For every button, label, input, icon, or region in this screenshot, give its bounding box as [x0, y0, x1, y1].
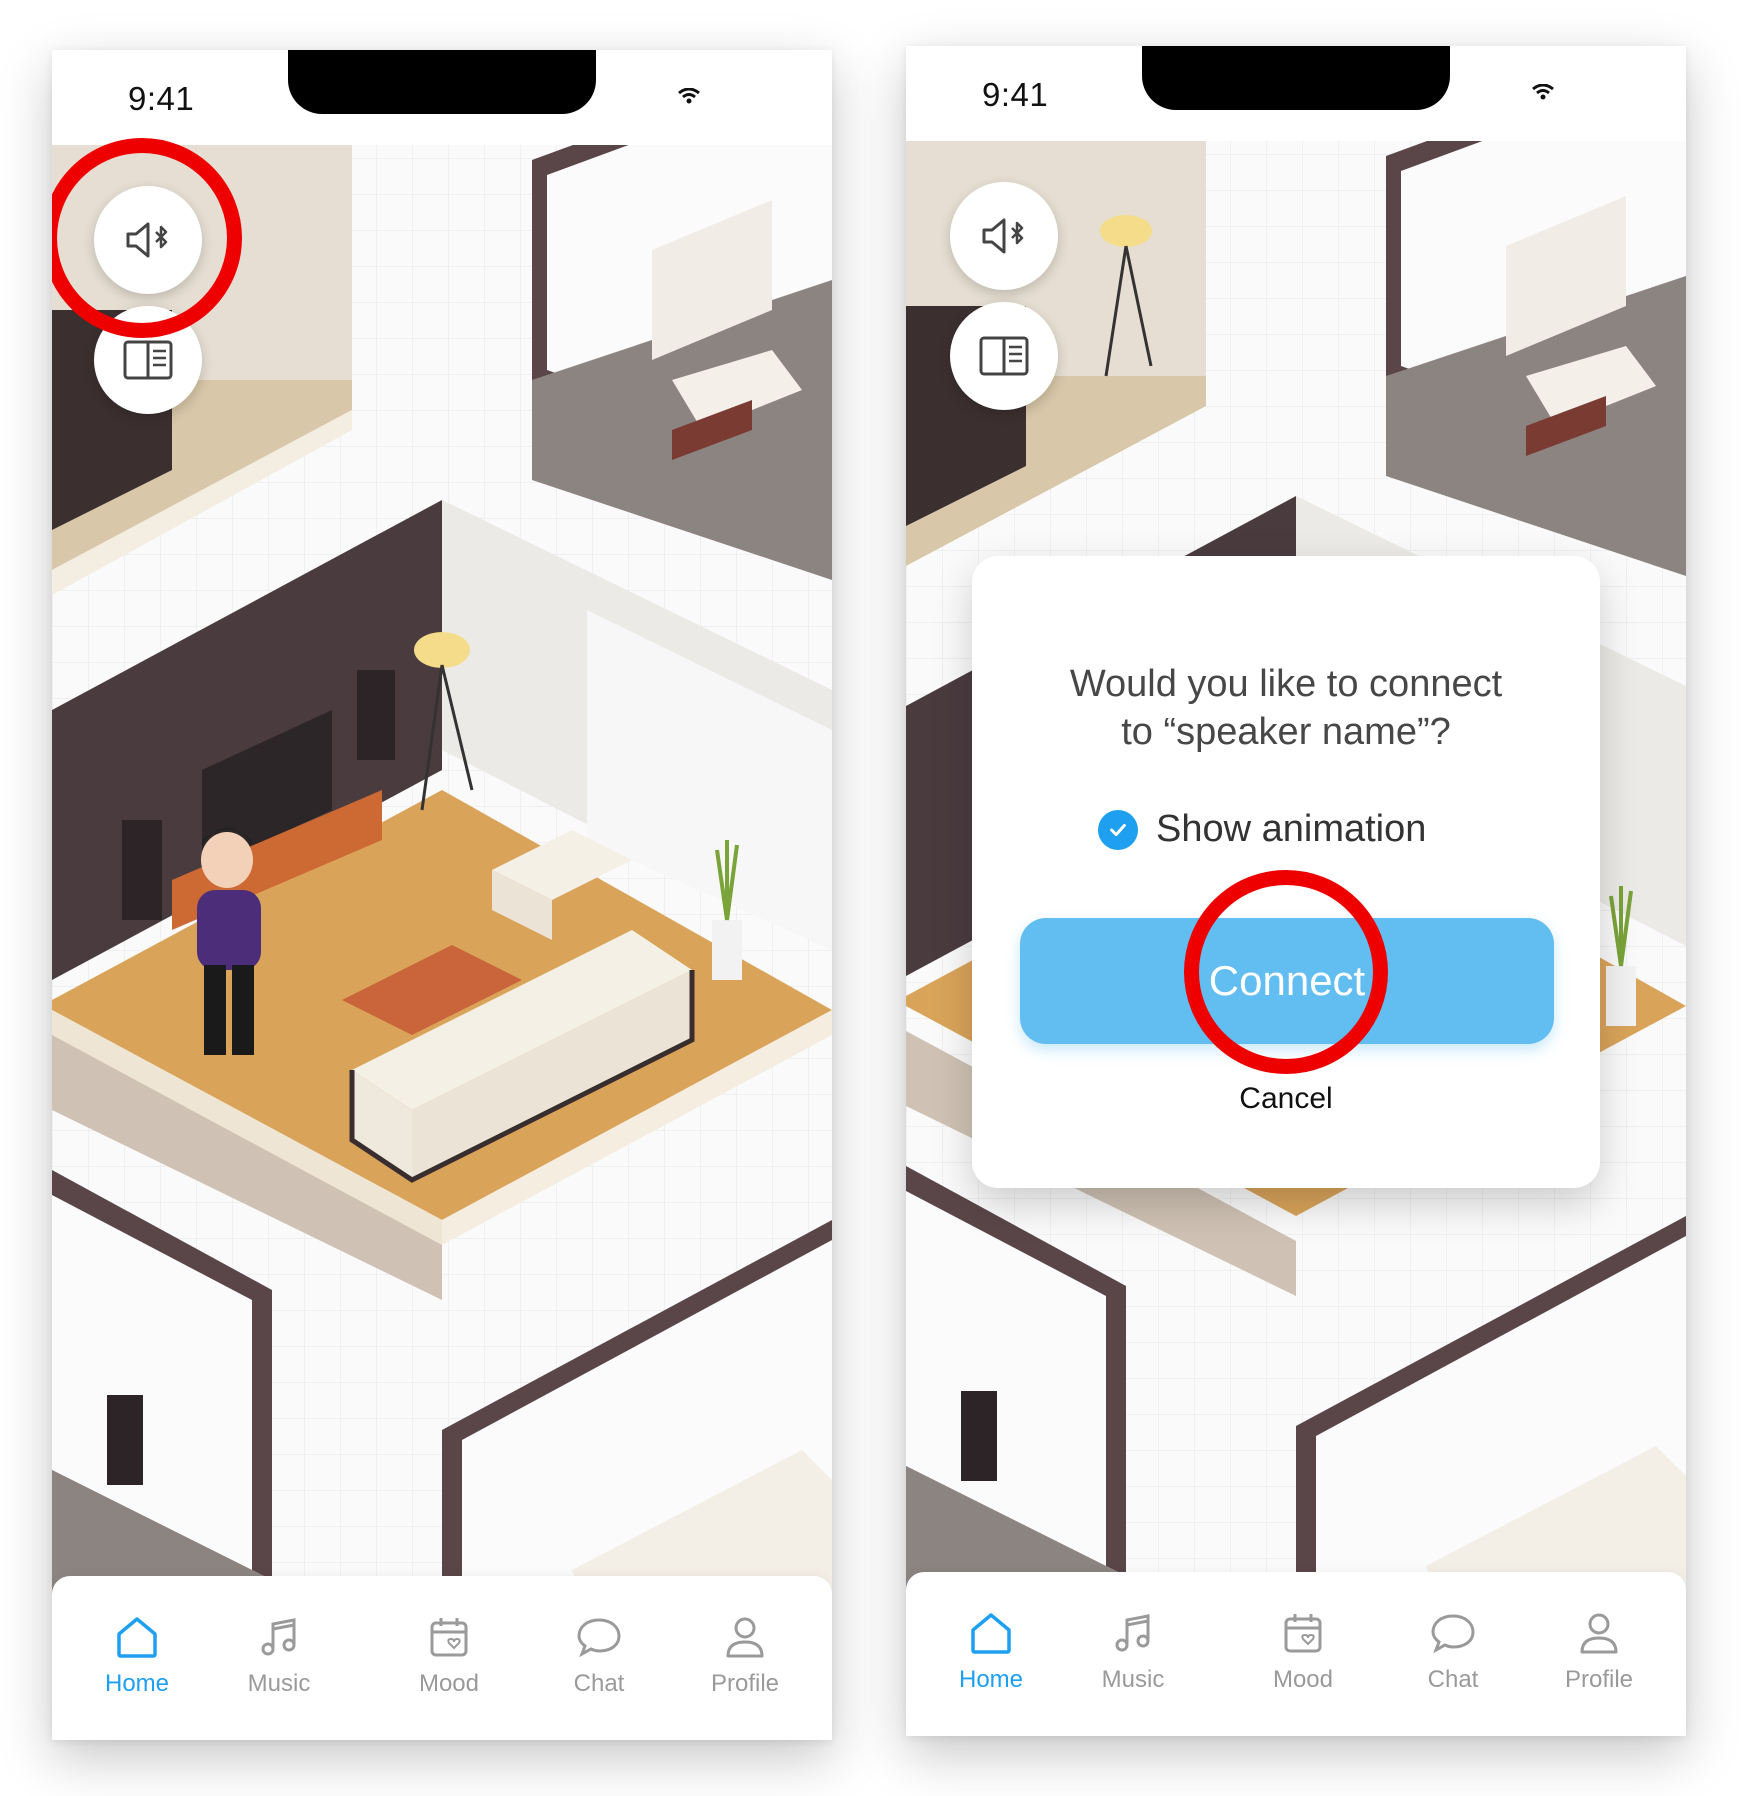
tab-music[interactable]: Music	[1078, 1608, 1188, 1694]
phone-screen-connect-dialog: 9:41 Would you like to connect to “speak…	[906, 46, 1686, 1736]
dialog-question: Would you like to connect to “speaker na…	[1012, 660, 1560, 756]
speaker-bluetooth-icon	[982, 218, 1024, 254]
bottom-tab-bar: Home Music Mood Chat Profile	[906, 1572, 1686, 1736]
tab-label-chat: Chat	[1427, 1666, 1479, 1693]
bluetooth-speaker-button[interactable]	[950, 182, 1058, 290]
tab-mood[interactable]: Mood	[1248, 1608, 1358, 1694]
chat-bubble-icon	[1431, 1614, 1475, 1654]
connect-button[interactable]: Connect	[1020, 918, 1554, 1044]
book-button[interactable]	[950, 302, 1058, 410]
checkmark-icon	[1098, 809, 1138, 850]
tab-music[interactable]: Music	[224, 1612, 334, 1698]
speaker-bluetooth-icon	[126, 222, 168, 258]
tab-profile[interactable]: Profile	[1544, 1608, 1654, 1694]
phone-screen-home: 9:41 Home Music Mood Chat Profile	[52, 50, 832, 1740]
dialog-question-line1: Would you like to connect	[1069, 663, 1503, 705]
connect-speaker-dialog: Would you like to connect to “speaker na…	[972, 556, 1600, 1188]
show-animation-label: Show animation	[1156, 808, 1427, 850]
tab-label-home: Home	[958, 1666, 1024, 1693]
comparison-stage: 9:41 Home Music Mood Chat Profile 9:41 W…	[0, 0, 1744, 1796]
chat-bubble-icon	[577, 1618, 621, 1658]
tab-chat[interactable]: Chat	[1398, 1608, 1508, 1694]
tab-label-mood: Mood	[1272, 1666, 1334, 1693]
status-time: 9:41	[982, 76, 1049, 113]
tab-label-profile: Profile	[1564, 1666, 1634, 1693]
person-icon	[726, 1617, 764, 1658]
calendar-heart-icon	[430, 1618, 468, 1657]
person-icon	[1580, 1613, 1618, 1654]
device-notch	[1142, 46, 1450, 110]
tab-profile[interactable]: Profile	[690, 1612, 800, 1698]
music-note-icon	[1115, 1614, 1150, 1652]
tab-home[interactable]: Home	[82, 1612, 192, 1698]
book-button[interactable]	[94, 306, 202, 414]
tab-label-chat: Chat	[573, 1670, 625, 1697]
tab-label-music: Music	[1101, 1666, 1165, 1693]
home-icon	[971, 1613, 1011, 1654]
music-note-icon	[261, 1618, 296, 1656]
tab-label-home: Home	[104, 1670, 170, 1697]
show-animation-checkbox[interactable]: Show animation	[1098, 808, 1426, 851]
home-icon	[117, 1617, 157, 1658]
open-book-icon	[979, 336, 1029, 376]
isometric-room-scene	[52, 50, 832, 1740]
tab-chat[interactable]: Chat	[544, 1612, 654, 1698]
status-time: 9:41	[128, 80, 195, 117]
status-bar: 9:41	[52, 50, 832, 145]
calendar-heart-icon	[1284, 1614, 1322, 1653]
tab-home[interactable]: Home	[936, 1608, 1046, 1694]
bluetooth-speaker-button[interactable]	[94, 186, 202, 294]
wifi-icon	[678, 88, 700, 104]
open-book-icon	[123, 340, 173, 380]
wifi-icon	[1532, 84, 1554, 100]
tab-label-mood: Mood	[418, 1670, 480, 1697]
tab-mood[interactable]: Mood	[394, 1612, 504, 1698]
status-bar: 9:41	[906, 46, 1686, 141]
cancel-button[interactable]: Cancel	[972, 1082, 1600, 1116]
dialog-question-line2: to “speaker name”?	[1121, 711, 1451, 753]
device-notch	[288, 50, 596, 114]
bottom-tab-bar: Home Music Mood Chat Profile	[52, 1576, 832, 1740]
tab-label-music: Music	[247, 1670, 311, 1697]
tab-label-profile: Profile	[710, 1670, 780, 1697]
